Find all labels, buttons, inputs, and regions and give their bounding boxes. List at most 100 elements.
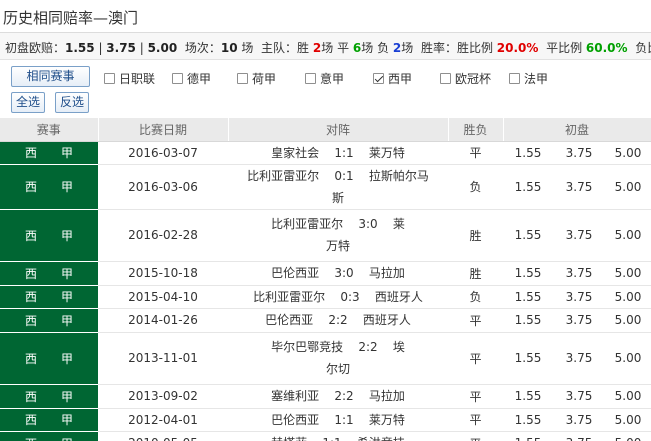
home-team: 比利亚雷亚尔 bbox=[271, 217, 344, 231]
result-cell: 平 bbox=[448, 141, 503, 165]
score: 3:0 bbox=[358, 217, 378, 231]
result-cell: 平 bbox=[448, 332, 503, 385]
summary-bar: 初盘欧赔：1.55 | 3.75 | 5.00 场次：10 场 主队：胜 2场 … bbox=[0, 33, 651, 60]
league-label: 欧冠杯 bbox=[455, 71, 492, 86]
table-row[interactable]: 西甲 2015-04-10 比利亚雷亚尔 0:3 西班牙人负 1.55 3.75 5.00 bbox=[0, 285, 651, 309]
home-team: 比利亚雷亚尔 bbox=[253, 289, 326, 304]
odds-away-cell: 5.00 bbox=[605, 332, 651, 385]
odds-home-cell: 1.55 bbox=[503, 431, 553, 441]
table-row[interactable]: 西甲 2016-02-28 比利亚雷亚尔 3:0 莱万特胜 1.55 3.75 5.00 bbox=[0, 209, 651, 262]
league-checkbox-jleague[interactable]: 日职联 bbox=[104, 70, 155, 86]
home-team-label: 主队： bbox=[261, 41, 298, 55]
match-count-label: 场次： bbox=[184, 41, 221, 55]
same-match-button[interactable]: 相同赛事 bbox=[11, 66, 90, 87]
table-row[interactable]: 西甲 2016-03-07 皇家社会 1:1 莱万特平 1.55 3.75 5.00 bbox=[0, 141, 651, 165]
matchup-cell: 皇家社会 1:1 莱万特 bbox=[228, 141, 448, 165]
league-cell: 西甲 bbox=[0, 141, 98, 165]
draw-count: 6 bbox=[352, 41, 362, 55]
odds-away-cell: 5.00 bbox=[605, 308, 651, 333]
away-team: 莱万特 bbox=[368, 145, 405, 160]
opening-odds-label: 初盘欧赔： bbox=[5, 41, 66, 55]
odds-away-cell: 5.00 bbox=[605, 261, 651, 286]
win-label: 胜 bbox=[297, 41, 310, 55]
odds-away-cell: 5.00 bbox=[605, 384, 651, 409]
score: 3:0 bbox=[334, 266, 354, 280]
header-opening-odds: 初盘 bbox=[503, 118, 651, 142]
league-cell: 西甲 bbox=[0, 209, 98, 262]
select-all-button[interactable]: 全选 bbox=[11, 92, 45, 113]
odds-draw-cell: 3.75 bbox=[553, 408, 605, 432]
separator: | bbox=[135, 41, 148, 55]
odds-away-cell: 5.00 bbox=[605, 164, 651, 210]
home-team: 毕尔巴鄂竞技 bbox=[271, 340, 344, 354]
loss-ratio-label: 负比 bbox=[635, 41, 651, 55]
table-header-row: 赛事 比赛日期 对阵 胜负 初盘 bbox=[0, 118, 651, 142]
odds-draw-cell: 3.75 bbox=[553, 141, 605, 165]
league-cell: 西甲 bbox=[0, 285, 98, 309]
draw-ratio: 60.0% bbox=[585, 41, 628, 55]
odds-draw-cell: 3.75 bbox=[553, 332, 605, 385]
checkbox-checked-icon[interactable] bbox=[373, 72, 384, 84]
league-label: 西甲 bbox=[388, 71, 413, 86]
odds-draw-cell: 3.75 bbox=[553, 384, 605, 409]
checkbox-icon[interactable] bbox=[509, 72, 520, 84]
table-row[interactable]: 西甲 2015-10-18 巴伦西亚 3:0 马拉加胜 1.55 3.75 5.00 bbox=[0, 261, 651, 286]
date-cell: 2016-03-06 bbox=[98, 164, 228, 210]
invert-selection-button[interactable]: 反选 bbox=[55, 92, 89, 113]
result-cell: 平 bbox=[448, 431, 503, 441]
table-row[interactable]: 西甲 2013-11-01 毕尔巴鄂竞技 2:2 埃尔切平 1.55 3.75 5.00 bbox=[0, 332, 651, 385]
league-checkbox-ligue-1[interactable]: 法甲 bbox=[509, 70, 548, 86]
checkbox-icon[interactable] bbox=[305, 72, 316, 84]
date-cell: 2015-10-18 bbox=[98, 261, 228, 286]
score: 2:2 bbox=[334, 389, 354, 403]
table-row[interactable]: 西甲 2016-03-06 比利亚雷亚尔 0:1 拉斯帕尔马斯负 1.55 3.75 5.… bbox=[0, 164, 651, 210]
history-table: 赛事 比赛日期 对阵 胜负 初盘 西甲 2016-03-07 皇家社会 1:1 莱万… bbox=[0, 118, 651, 441]
odds-home-cell: 1.55 bbox=[503, 308, 553, 333]
result-cell: 平 bbox=[448, 408, 503, 432]
matchup-cell: 比利亚雷亚尔 0:1 拉斯帕尔马斯 bbox=[228, 164, 448, 210]
date-cell: 2016-02-28 bbox=[98, 209, 228, 262]
matchup-cell: 赫塔菲 1:1 希洪竞技 bbox=[228, 431, 448, 441]
league-label: 德甲 bbox=[187, 71, 212, 86]
match-count: 10 bbox=[220, 41, 238, 55]
home-team: 赫塔菲 bbox=[271, 436, 307, 441]
league-label: 日职联 bbox=[119, 71, 156, 86]
win-count: 2 bbox=[312, 41, 322, 55]
table-row[interactable]: 西甲2010-05-05赫塔菲 1:1 希洪竞技平1.553.755.00 bbox=[0, 431, 651, 441]
league-checkbox-eredivisie[interactable]: 荷甲 bbox=[237, 70, 276, 86]
table-body: 西甲 2016-03-07 皇家社会 1:1 莱万特平 1.55 3.75 5.00 西甲 2… bbox=[0, 141, 651, 441]
odds-home-cell: 1.55 bbox=[503, 164, 553, 210]
home-team: 塞维利亚 bbox=[271, 389, 320, 403]
league-cell: 西甲 bbox=[0, 308, 98, 333]
league-cell: 西甲 bbox=[0, 408, 98, 432]
matchup-cell: 毕尔巴鄂竞技 2:2 埃尔切 bbox=[228, 332, 448, 385]
checkbox-icon[interactable] bbox=[440, 72, 451, 84]
odds-away-cell: 5.00 bbox=[605, 285, 651, 309]
win-ratio: 20.0% bbox=[496, 41, 539, 55]
result-cell: 负 bbox=[448, 164, 503, 210]
score: 1:1 bbox=[334, 145, 354, 160]
title-bar: 历史相同赔率—澳门 bbox=[0, 0, 651, 33]
league-cell: 西甲 bbox=[0, 164, 98, 210]
odds-away-cell: 5.00 bbox=[605, 431, 651, 441]
league-cell: 西甲 bbox=[0, 384, 98, 409]
checkbox-icon[interactable] bbox=[237, 72, 248, 84]
header-date: 比赛日期 bbox=[98, 118, 229, 142]
league-checkbox-la-liga[interactable]: 西甲 bbox=[373, 70, 412, 86]
league-checkbox-champions-league[interactable]: 欧冠杯 bbox=[440, 70, 491, 86]
league-checkbox-bundesliga[interactable]: 德甲 bbox=[172, 70, 211, 86]
league-label: 荷甲 bbox=[252, 71, 277, 86]
table-row[interactable]: 西甲 2012-04-01 巴伦西亚 1:1 莱万特平 1.55 3.75 5.00 bbox=[0, 408, 651, 432]
league-checkbox-serie-a[interactable]: 意甲 bbox=[305, 70, 344, 86]
checkbox-icon[interactable] bbox=[172, 72, 183, 84]
odds-draw-cell: 3.75 bbox=[553, 164, 605, 210]
table-row[interactable]: 西甲 2013-09-02 塞维利亚 2:2 马拉加平 1.55 3.75 5.00 bbox=[0, 384, 651, 409]
away-team: 希洪竞技 bbox=[357, 436, 405, 441]
league-cell: 西甲 bbox=[0, 332, 98, 385]
table-row[interactable]: 西甲 2014-01-26 巴伦西亚 2:2 西班牙人平 1.55 3.75 5.00 bbox=[0, 308, 651, 333]
opening-odds-home: 1.55 bbox=[65, 41, 95, 55]
score: 0:1 bbox=[334, 168, 354, 183]
odds-home-cell: 1.55 bbox=[503, 285, 553, 309]
checkbox-icon[interactable] bbox=[104, 72, 115, 84]
odds-home-cell: 1.55 bbox=[503, 209, 553, 262]
